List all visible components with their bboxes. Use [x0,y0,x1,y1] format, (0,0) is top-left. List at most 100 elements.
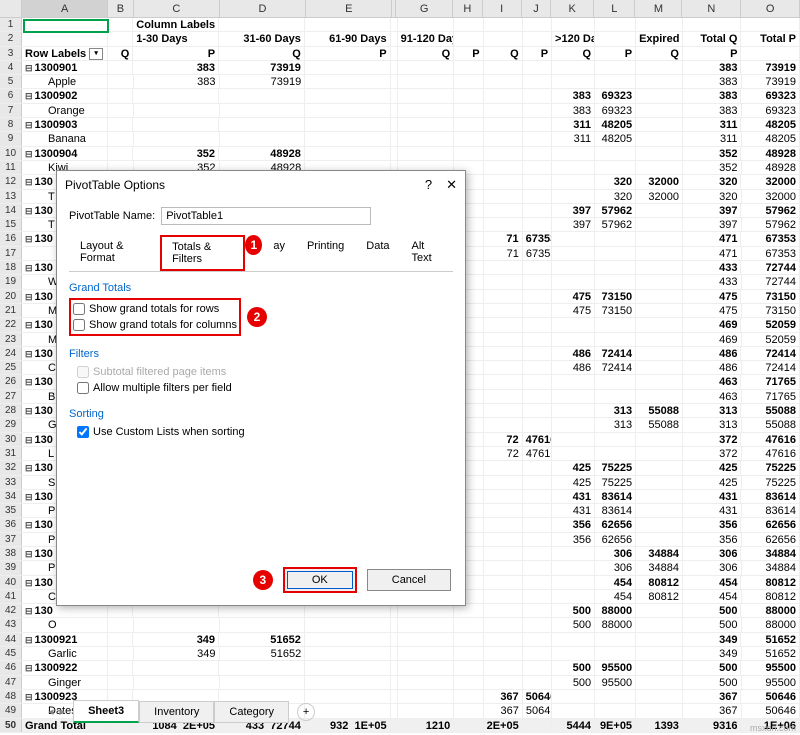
cell[interactable]: 50646 [523,704,552,717]
row-header[interactable]: 25 [0,361,22,374]
cell[interactable] [523,261,552,274]
cell[interactable]: 486 [683,361,742,374]
cell[interactable]: 73919 [741,61,800,74]
cell[interactable]: 75225 [742,476,800,489]
col-header-e[interactable]: E [306,0,392,17]
row-header[interactable]: 27 [0,390,22,403]
tab-totals-filters[interactable]: Totals & Filters [160,235,245,271]
cell[interactable]: ⊟1300922 [22,661,108,674]
cell[interactable]: 320 [683,175,742,188]
cell[interactable] [305,690,391,703]
col-header-c[interactable]: C [134,0,220,17]
row-header[interactable]: 18 [0,261,22,274]
cell[interactable] [391,647,398,660]
row-header[interactable]: 37 [0,533,22,546]
collapse-icon[interactable]: ⊟ [25,63,33,73]
cell[interactable]: 73150 [741,290,800,303]
cell[interactable] [636,390,683,403]
col-header-l[interactable]: L [594,0,635,17]
cell[interactable] [454,604,483,617]
row-header[interactable]: 49 [0,704,22,717]
cell[interactable]: Orange [22,104,108,117]
cell[interactable] [523,333,552,346]
cell[interactable]: 320 [595,175,636,188]
pivottable-name-input[interactable] [161,207,371,225]
row-header[interactable]: 12 [0,175,22,188]
cell[interactable] [523,476,552,489]
cell[interactable]: 311 [552,118,595,131]
cell[interactable]: 48928 [741,147,800,160]
cell[interactable]: 83614 [741,490,800,503]
cell[interactable]: 383 [552,104,595,117]
cell[interactable] [484,561,523,574]
cell[interactable] [391,604,398,617]
show-grand-totals-rows-checkbox[interactable] [73,303,85,315]
cell[interactable]: 475 [552,304,595,317]
cell[interactable] [552,318,595,331]
collapse-icon[interactable]: ⊟ [25,606,33,616]
cell[interactable] [484,476,523,489]
row-header[interactable]: 39 [0,561,22,574]
cell[interactable] [595,647,636,660]
cell[interactable] [484,218,523,231]
cell[interactable] [398,61,455,74]
sheet-tab-inventory[interactable]: Inventory [139,701,214,723]
row-header[interactable]: 31 [0,447,22,460]
cell[interactable]: 463 [683,375,742,388]
cell[interactable] [523,518,552,531]
cell[interactable]: 500 [552,618,595,631]
row-header[interactable]: 1 [0,18,22,31]
row-header[interactable]: 20 [0,290,22,303]
row-header[interactable]: 22 [0,318,22,331]
cell[interactable] [636,476,683,489]
cell[interactable] [454,104,483,117]
cell[interactable]: 32000 [636,175,683,188]
cell[interactable]: 57962 [742,218,800,231]
cell[interactable]: 397 [683,218,742,231]
cell[interactable] [108,633,133,646]
cell[interactable] [552,418,595,431]
tab-data[interactable]: Data [355,235,400,271]
cell[interactable] [108,89,133,102]
cell[interactable]: 367 [484,704,523,717]
cell[interactable]: 50646 [523,690,552,703]
row-header[interactable]: 33 [0,476,22,489]
cell[interactable] [595,61,636,74]
cell[interactable]: 55088 [742,418,800,431]
cell[interactable]: 454 [595,590,636,603]
collapse-icon[interactable]: ⊟ [25,549,33,559]
cell[interactable] [523,361,552,374]
cell[interactable] [454,118,483,131]
cell[interactable]: 88000 [595,618,636,631]
cell[interactable] [398,132,455,145]
cell[interactable] [552,375,595,388]
cell[interactable] [636,89,683,102]
cell[interactable]: 73919 [219,61,305,74]
cell[interactable] [595,375,636,388]
cell[interactable] [484,318,523,331]
cell[interactable] [595,75,636,88]
cell[interactable] [484,404,523,417]
cell[interactable] [391,147,398,160]
cell[interactable]: 500 [683,618,742,631]
cell[interactable] [484,461,523,474]
cell[interactable] [636,333,683,346]
cell[interactable] [108,132,133,145]
cell[interactable] [523,404,552,417]
row-header[interactable]: 9 [0,132,22,145]
row-header[interactable]: 43 [0,618,22,631]
cell[interactable] [398,147,455,160]
cell[interactable] [484,61,523,74]
cell[interactable] [134,618,220,631]
cell[interactable]: 69323 [742,104,800,117]
cell[interactable] [595,318,636,331]
cell[interactable]: 48205 [741,118,800,131]
row-header[interactable]: 35 [0,504,22,517]
cell[interactable] [636,161,683,174]
cell[interactable]: 48928 [742,161,800,174]
collapse-icon[interactable]: ⊟ [25,463,33,473]
row-header[interactable]: 38 [0,547,22,560]
cell[interactable] [305,75,391,88]
cell[interactable] [484,676,523,689]
next-sheet-icon[interactable]: ▸ [60,705,66,718]
